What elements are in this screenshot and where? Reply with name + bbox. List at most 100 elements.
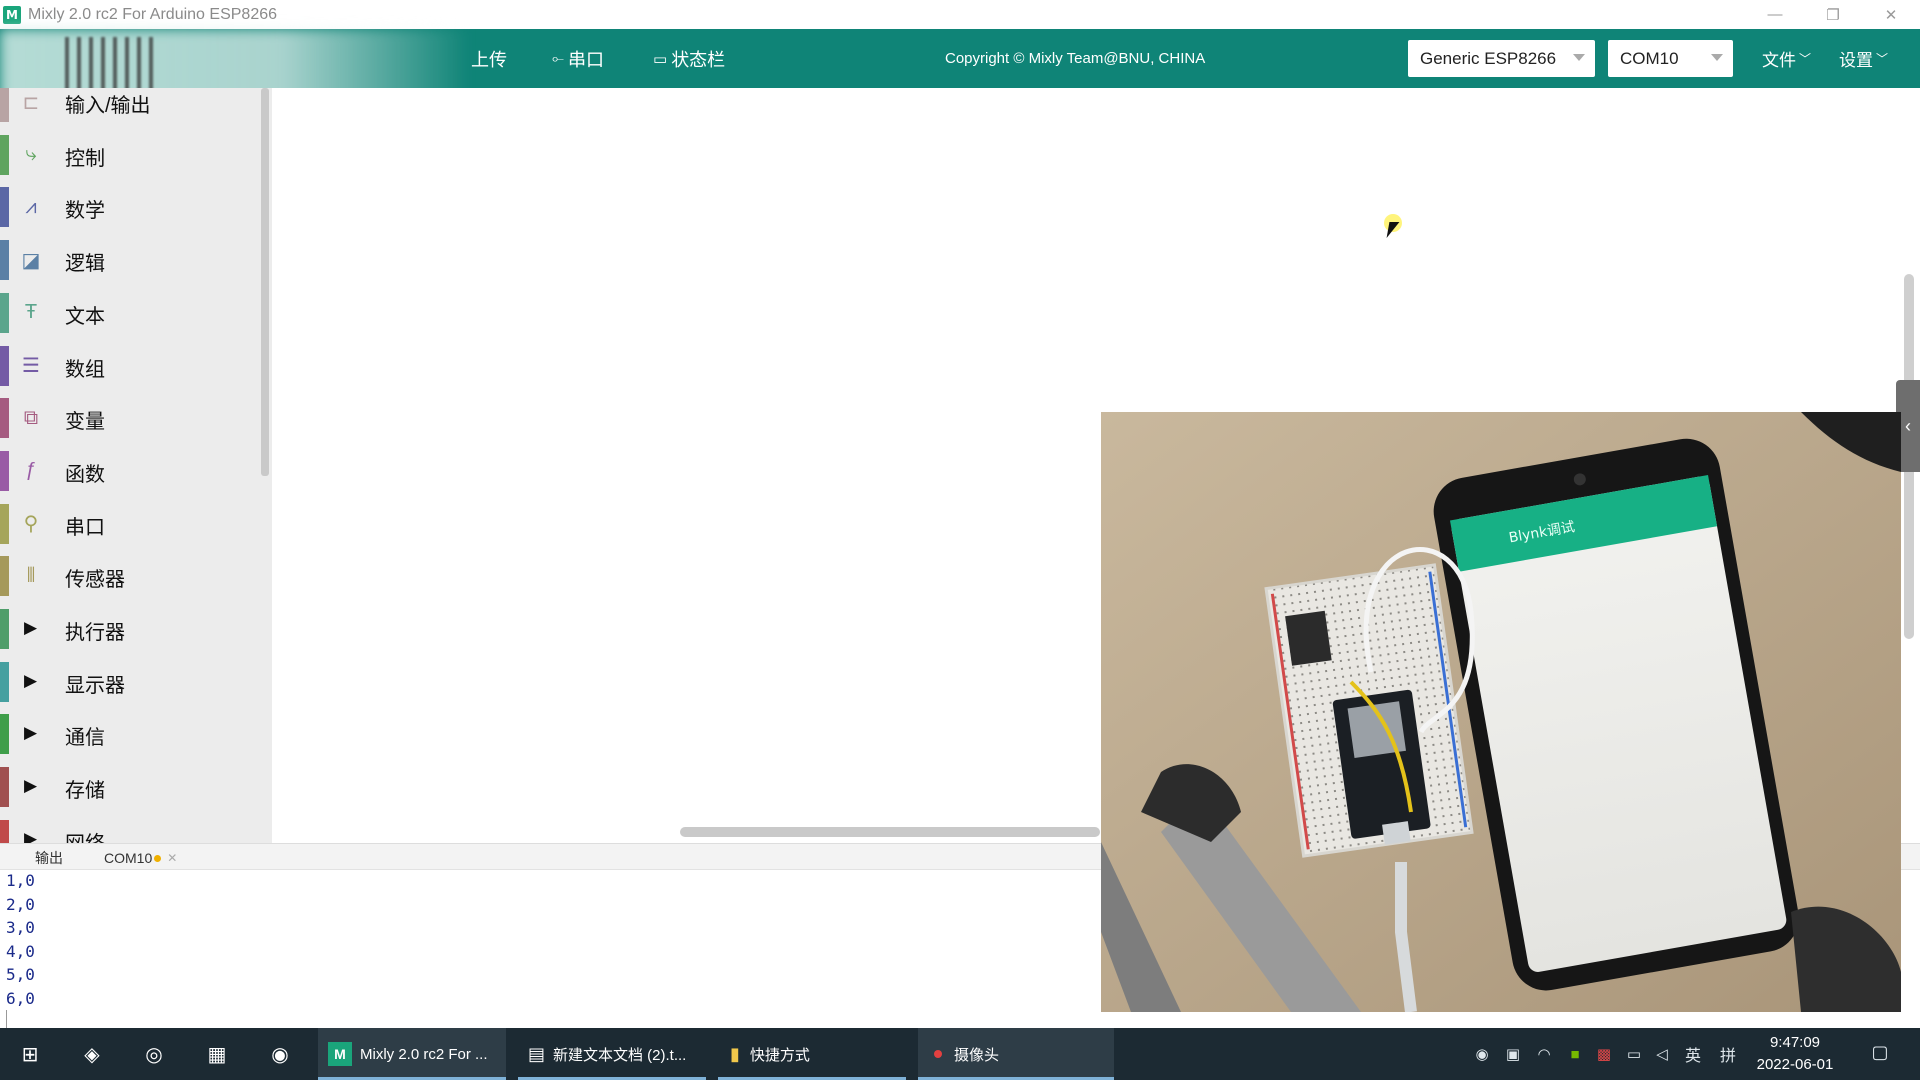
sidebar-scrollbar[interactable]	[261, 88, 269, 476]
app-pinned-icon[interactable]: ◎	[140, 1040, 168, 1068]
chevron-down-icon	[1573, 54, 1585, 61]
sidebar-category[interactable]: ƒ 函数	[0, 448, 262, 494]
app-launcher-icon[interactable]: ◈	[78, 1040, 106, 1068]
serial-label: 串口	[568, 49, 605, 70]
upload-label: 上传	[471, 49, 507, 70]
taskbar-item-label: 摄像头	[954, 1046, 1000, 1064]
category-color-strip	[0, 187, 9, 228]
sidebar-category[interactable]: ▶ 显示器	[0, 659, 262, 705]
sidebar-category-label: 数组	[65, 358, 105, 381]
mixly-logo-icon: M	[3, 5, 21, 24]
sidebar-category[interactable]: ▶ 执行器	[0, 606, 262, 652]
workspace-horizontal-scrollbar[interactable]	[680, 827, 1100, 837]
network-status-icon[interactable]: ◉	[1472, 1044, 1492, 1064]
statusbar-button[interactable]: ▭ 状态栏	[653, 29, 725, 88]
file-menu-label: 文件	[1762, 51, 1796, 70]
file-menu[interactable]: 文件 ﹀	[1762, 29, 1811, 88]
port-select[interactable]: COM10	[1608, 40, 1733, 77]
sidebar-category-label: 串口	[65, 516, 105, 539]
modified-dot-icon	[154, 854, 162, 862]
battery-icon[interactable]: ▭	[1624, 1044, 1644, 1064]
sidebar-category[interactable]: ▶ 存储	[0, 764, 262, 810]
sidebar-category[interactable]: Ŧ 文本	[0, 290, 262, 336]
expand-triangle-icon[interactable]: ▶	[24, 671, 37, 691]
tab-com10[interactable]: COM10 ✕	[104, 848, 177, 868]
calculator-icon[interactable]: ▦	[203, 1040, 231, 1068]
camera-record-icon	[934, 1050, 942, 1058]
sidebar-category[interactable]: ⩘ 数学	[0, 184, 262, 230]
wifi-icon[interactable]: ◠	[1534, 1044, 1554, 1064]
upload-button[interactable]: 上传	[471, 29, 507, 88]
tab-com10-label: COM10	[104, 850, 153, 866]
ime-mode-indicator[interactable]: 拼	[1718, 1044, 1738, 1065]
sidebar-category-label: 函数	[65, 463, 105, 486]
sidebar-category-label: 输入/输出	[65, 95, 151, 117]
category-color-strip	[0, 345, 9, 386]
expand-triangle-icon[interactable]: ▶	[24, 776, 37, 796]
window-controls: — ❐ ✕	[1746, 0, 1920, 29]
sidebar-category-label: 存储	[65, 780, 105, 803]
settings-menu-label: 设置	[1839, 51, 1873, 70]
sidebar-category-label: 执行器	[65, 622, 125, 644]
category-color-strip	[0, 292, 9, 333]
taskbar-item-shortcut[interactable]: ▮ 快捷方式	[718, 1028, 906, 1080]
array-icon: ☰	[22, 355, 40, 377]
security-icon[interactable]: ▩	[1594, 1044, 1614, 1064]
category-color-strip	[0, 450, 9, 491]
sidebar-category-label: 网络	[65, 827, 105, 843]
notification-center-icon[interactable]: ▢	[1870, 1042, 1890, 1062]
expand-triangle-icon[interactable]: ▶	[24, 829, 37, 843]
browser-icon[interactable]: ◉	[266, 1040, 294, 1068]
ime-language-indicator[interactable]: 英	[1683, 1044, 1703, 1065]
copyright-text: Copyright © Mixly Team@BNU, CHINA	[945, 50, 1206, 67]
tab-output[interactable]: 输出	[35, 848, 63, 868]
mixly-app-icon: M	[328, 1042, 352, 1066]
taskbar-clock[interactable]: 9:47:09 2022-06-01	[1740, 1032, 1850, 1076]
close-tab-icon[interactable]: ✕	[167, 851, 177, 865]
board-select-value: Generic ESP8266	[1420, 48, 1557, 68]
minimize-button[interactable]: —	[1746, 0, 1804, 29]
taskbar-item-textdoc[interactable]: ▤ 新建文本文档 (2).t...	[518, 1028, 706, 1080]
category-color-strip	[0, 609, 9, 649]
category-color-strip	[0, 240, 9, 281]
sidebar-category[interactable]: ⦀ 传感器	[0, 553, 262, 599]
board-select[interactable]: Generic ESP8266	[1408, 40, 1595, 77]
sidebar-category[interactable]: ☰ 数组	[0, 343, 262, 389]
variable-icon: ⧉	[23, 406, 39, 429]
close-button[interactable]: ✕	[1862, 0, 1920, 29]
sidebar-category[interactable]: ⚲ 串口	[0, 501, 262, 547]
sidebar-category[interactable]: ⊏ 输入/输出	[0, 88, 262, 125]
serial-icon: ⚲	[23, 513, 39, 536]
volume-icon[interactable]: ◁	[1652, 1044, 1672, 1064]
chevron-down-icon: ﹀	[1799, 52, 1812, 66]
sidebar-category[interactable]: ▶ 网络	[0, 817, 262, 843]
taskbar-item-mixly[interactable]: M Mixly 2.0 rc2 For ...	[318, 1028, 506, 1080]
nvidia-icon[interactable]: ■	[1565, 1044, 1585, 1064]
sidebar-category[interactable]: ◪ 逻辑	[0, 237, 262, 283]
expand-triangle-icon[interactable]: ▶	[24, 723, 37, 743]
text-icon: Ŧ	[24, 301, 38, 324]
mouse-cursor	[1384, 214, 1408, 244]
title-bar: M Mixly 2.0 rc2 For Arduino ESP8266 — ❐ …	[0, 0, 1920, 29]
serial-button[interactable]: ⟜ 串口	[552, 29, 604, 88]
output-line: 1,0	[6, 871, 35, 890]
taskbar-item-camera[interactable]: 摄像头	[918, 1028, 1114, 1080]
serial-port-icon: ⟜	[552, 50, 565, 67]
logic-icon: ◪	[21, 249, 41, 272]
restore-button[interactable]: ❐	[1804, 0, 1862, 29]
window-title: Mixly 2.0 rc2 For Arduino ESP8266	[28, 5, 278, 23]
window-icon: ▭	[653, 50, 668, 68]
settings-menu[interactable]: 设置 ﹀	[1839, 29, 1888, 88]
clock-time: 9:47:09	[1769, 1034, 1821, 1051]
main-toolbar: 上传 ⟜ 串口 ▭ 状态栏 Copyright © Mixly Team@BNU…	[0, 29, 1920, 117]
sidebar-category[interactable]: ▶ 通信	[0, 711, 262, 757]
sidebar-category-label: 控制	[65, 147, 105, 170]
task-view-icon[interactable]: ▣	[1503, 1044, 1523, 1064]
windows-start-icon[interactable]: ⊞	[16, 1040, 44, 1068]
sidebar-category[interactable]: ⤷ 控制	[0, 132, 262, 178]
sidebar-category[interactable]: ⧉ 变量	[0, 395, 262, 441]
sidebar-category-label: 变量	[65, 411, 105, 434]
expand-triangle-icon[interactable]: ▶	[24, 618, 37, 638]
output-line: 6,0	[6, 988, 35, 1008]
serial-output-lines: 1,0 2,0 3,0 4,0 5,0 6,0	[6, 869, 35, 1011]
